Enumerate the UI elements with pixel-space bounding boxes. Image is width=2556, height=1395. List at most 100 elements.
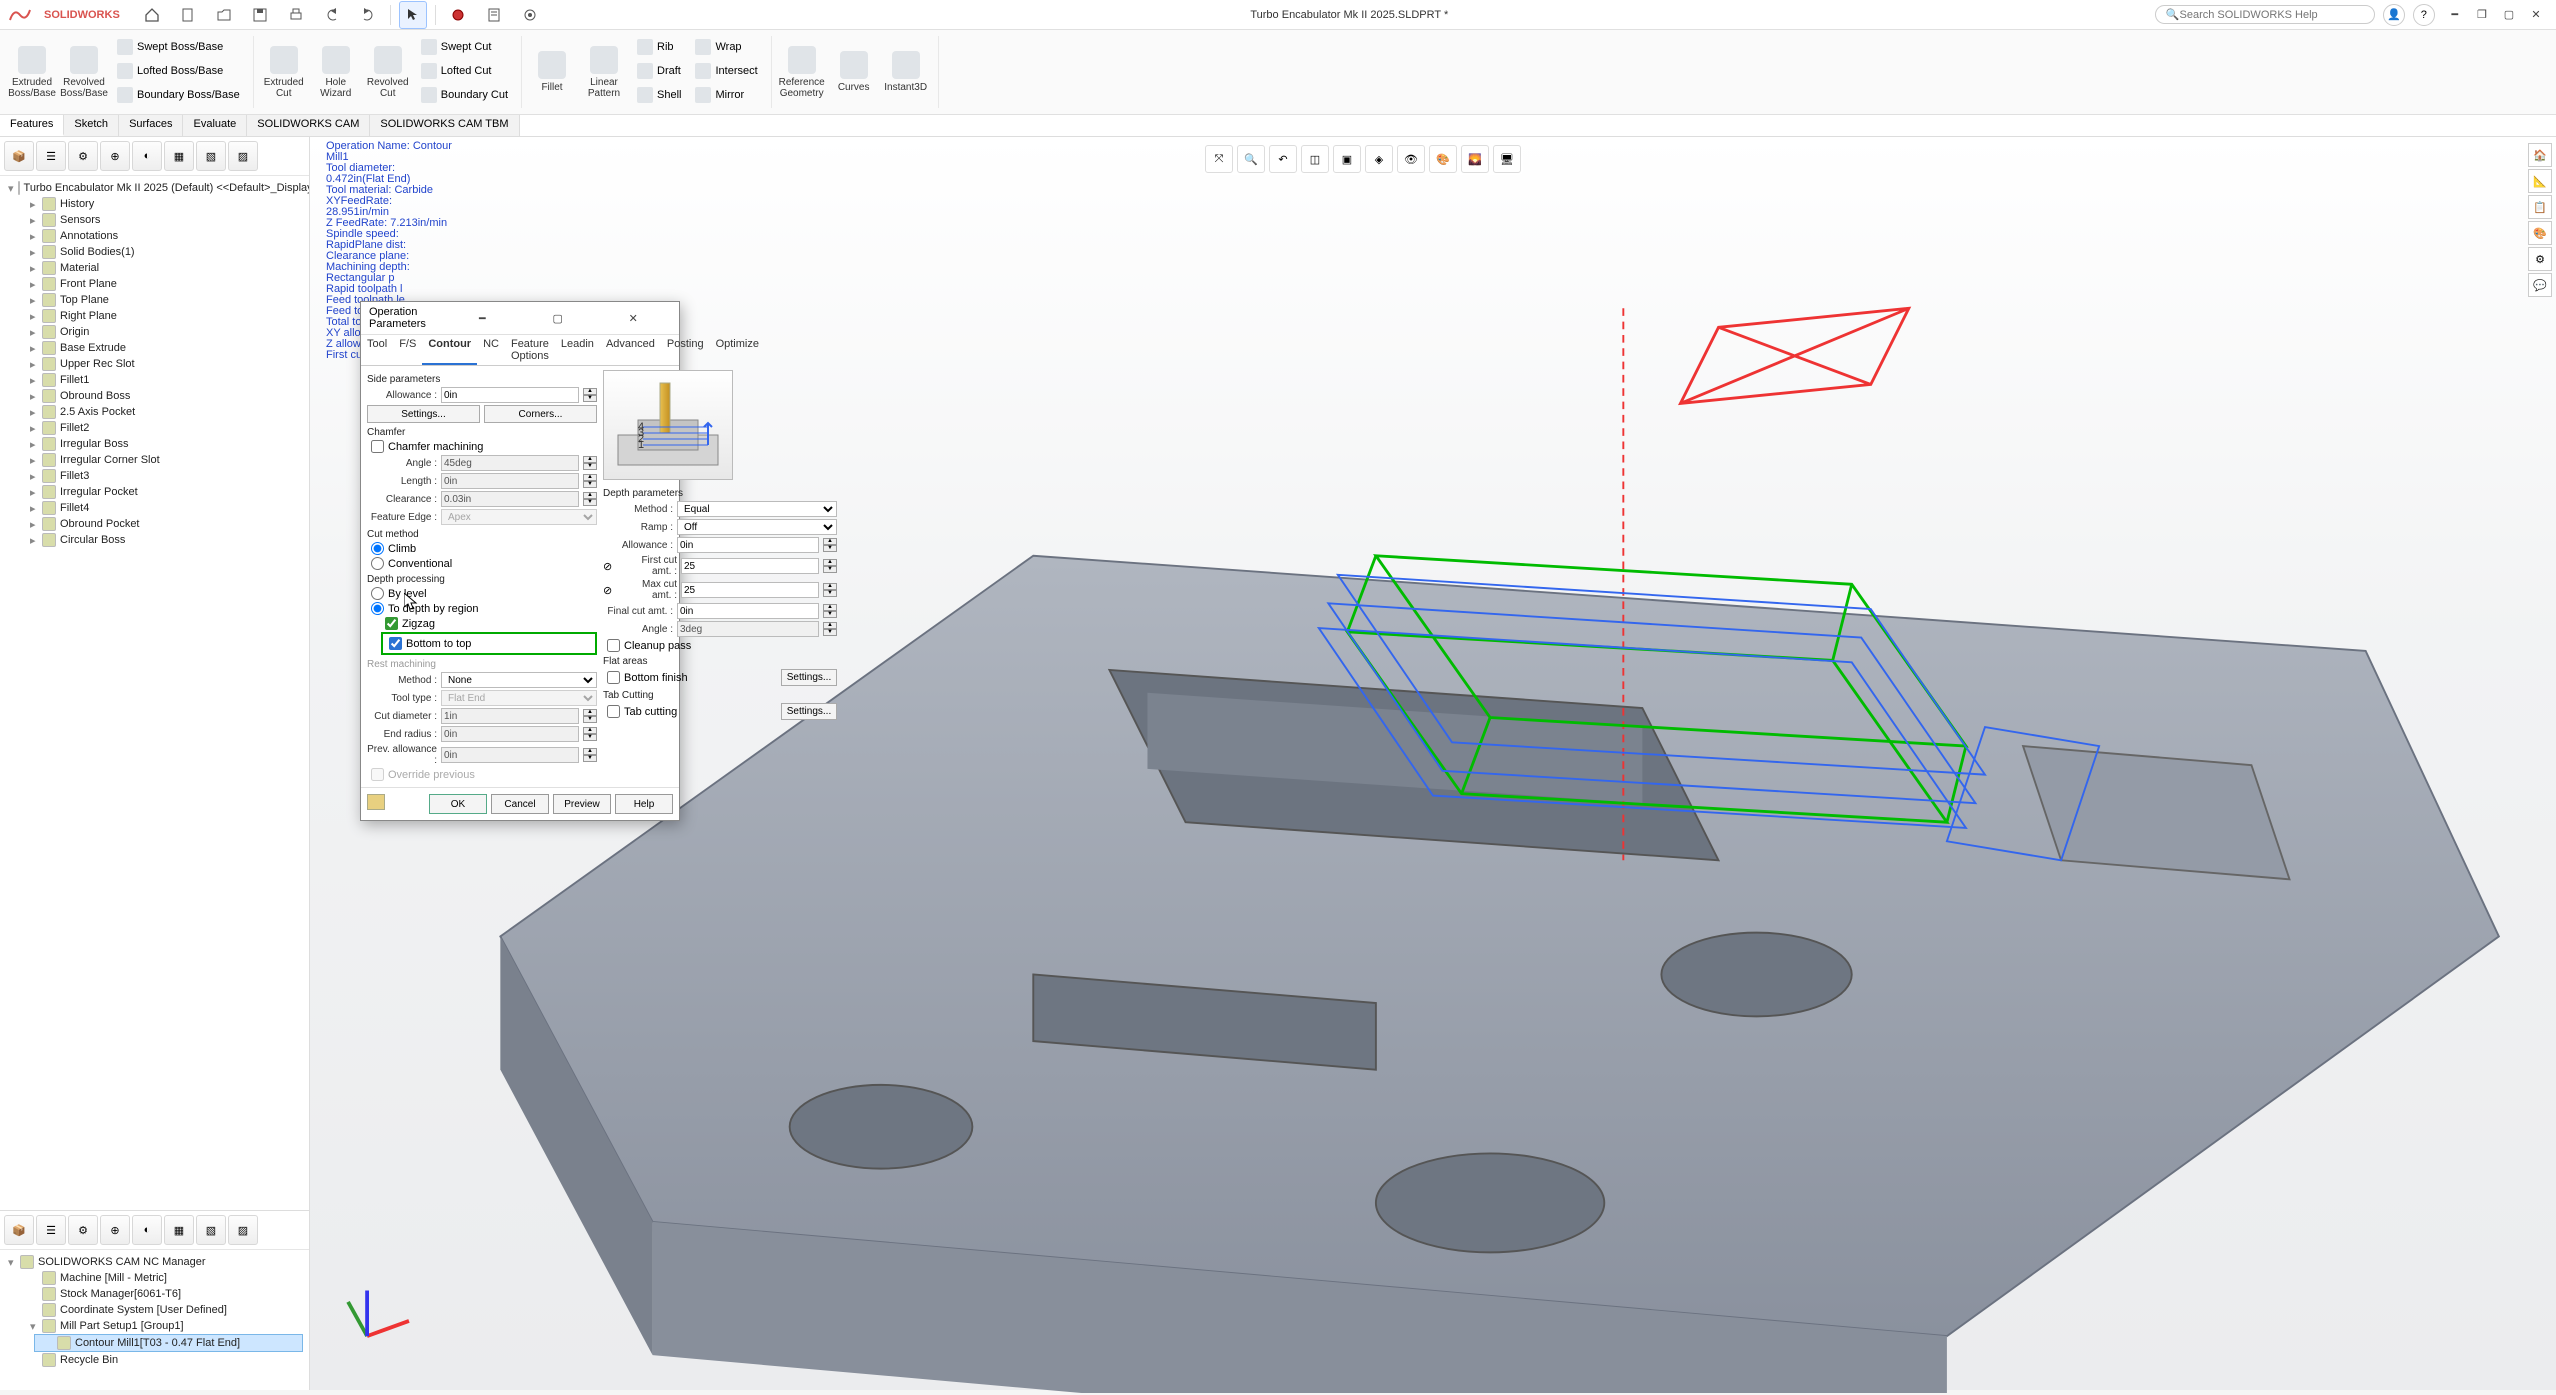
help-search[interactable]: 🔍	[2155, 5, 2375, 24]
tab-solidworks-cam-tbm[interactable]: SOLIDWORKS CAM TBM	[370, 115, 519, 136]
rest-end-rad-input[interactable]	[441, 726, 579, 742]
restore-button[interactable]: ❐	[2470, 3, 2494, 27]
swept-boss-button[interactable]: Swept Boss/Base	[112, 36, 245, 58]
instant3d-button[interactable]: Instant3D	[882, 36, 930, 108]
dtab-feature-options[interactable]: Feature Options	[505, 335, 555, 365]
by-level-radio[interactable]	[371, 587, 384, 600]
cam-item[interactable]: Coordinate System [User Defined]	[20, 1302, 303, 1318]
help-icon[interactable]: ?	[2413, 4, 2435, 26]
rebuild-button[interactable]	[444, 1, 472, 29]
bottom-to-top-check[interactable]	[389, 637, 402, 650]
max-cut-input[interactable]	[681, 582, 819, 598]
boundary-cut-button[interactable]: Boundary Cut	[416, 84, 513, 106]
tree-item[interactable]: ▸Front Plane	[20, 276, 303, 292]
save-button[interactable]	[246, 1, 274, 29]
tree-item[interactable]: ▸Fillet1	[20, 372, 303, 388]
tree-item[interactable]: ▸Right Plane	[20, 308, 303, 324]
tab-cutting-check[interactable]	[607, 705, 620, 718]
hole-wizard-button[interactable]: Hole Wizard	[312, 36, 360, 108]
feature-tree[interactable]: ▾Turbo Encabulator Mk II 2025 (Default) …	[0, 176, 309, 1210]
shell-button[interactable]: Shell	[632, 84, 686, 106]
tree-item[interactable]: ▸History	[20, 196, 303, 212]
cam-item[interactable]: Contour Mill1[T03 - 0.47 Flat End]	[34, 1334, 303, 1352]
rest-cut-dia-input[interactable]	[441, 708, 579, 724]
undo-button[interactable]	[318, 1, 346, 29]
select-button[interactable]	[399, 1, 427, 29]
tree-item[interactable]: ▸Fillet2	[20, 420, 303, 436]
print-button[interactable]	[282, 1, 310, 29]
intersect-button[interactable]: Intersect	[690, 60, 762, 82]
dialog-minimize-button[interactable]: ━	[445, 309, 521, 327]
cam-item[interactable]: Machine [Mill - Metric]	[20, 1270, 303, 1286]
first-cut-input[interactable]	[681, 558, 819, 574]
options-button[interactable]	[516, 1, 544, 29]
redo-button[interactable]	[354, 1, 382, 29]
tree-item[interactable]: ▸Sensors	[20, 212, 303, 228]
climb-radio[interactable]	[371, 542, 384, 555]
ok-button[interactable]: OK	[429, 794, 487, 814]
file-properties-button[interactable]	[480, 1, 508, 29]
extruded-boss-button[interactable]: Extruded Boss/Base	[8, 36, 56, 108]
tree-item[interactable]: ▸Irregular Pocket	[20, 484, 303, 500]
search-input[interactable]	[2180, 9, 2364, 21]
tree-item[interactable]: ▸Annotations	[20, 228, 303, 244]
dialog-maximize-button[interactable]: ▢	[520, 309, 596, 327]
depth-allowance-input[interactable]	[677, 537, 819, 553]
chamfer-angle-spinner[interactable]: ▲▼	[583, 456, 597, 470]
depth-method-select[interactable]: Equal	[677, 501, 837, 517]
reference-geometry-button[interactable]: Reference Geometry	[778, 36, 826, 108]
boundary-boss-button[interactable]: Boundary Boss/Base	[112, 84, 245, 106]
chamfer-clearance-spinner[interactable]: ▲▼	[583, 492, 597, 506]
dtab-posting[interactable]: Posting	[661, 335, 710, 365]
tree-item[interactable]: ▸2.5 Axis Pocket	[20, 404, 303, 420]
depth-angle-input[interactable]	[677, 621, 819, 637]
fm-tab-cam3[interactable]: ▨	[228, 141, 258, 171]
dtab-advanced[interactable]: Advanced	[600, 335, 661, 365]
maximize-button[interactable]: ▢	[2497, 3, 2521, 27]
allowance-spinner[interactable]: ▲▼	[583, 388, 597, 402]
open-button[interactable]	[210, 1, 238, 29]
cam-root[interactable]: ▾SOLIDWORKS CAM NC Manager	[6, 1254, 303, 1270]
dtab-leadin[interactable]: Leadin	[555, 335, 600, 365]
fm-tab-property[interactable]: ☰	[36, 141, 66, 171]
linear-pattern-button[interactable]: Linear Pattern	[580, 36, 628, 108]
tree-item[interactable]: ▸Top Plane	[20, 292, 303, 308]
cam-tb-8[interactable]: ▨	[228, 1215, 258, 1245]
tree-item[interactable]: ▸Solid Bodies(1)	[20, 244, 303, 260]
allowance-input[interactable]	[441, 387, 579, 403]
cam-tb-1[interactable]: 📦	[4, 1215, 34, 1245]
cam-tb-4[interactable]: ⊕	[100, 1215, 130, 1245]
fm-tab-config[interactable]: ⚙	[68, 141, 98, 171]
cam-tb-7[interactable]: ▧	[196, 1215, 226, 1245]
tree-item[interactable]: ▸Obround Boss	[20, 388, 303, 404]
preview-button[interactable]: Preview	[553, 794, 611, 814]
dialog-close-button[interactable]: ✕	[596, 309, 672, 327]
link-icon[interactable]: ⊘	[603, 560, 617, 573]
tab-solidworks-cam[interactable]: SOLIDWORKS CAM	[247, 115, 370, 136]
revolved-cut-button[interactable]: Revolved Cut	[364, 36, 412, 108]
fillet-button[interactable]: Fillet	[528, 36, 576, 108]
tree-root[interactable]: ▾Turbo Encabulator Mk II 2025 (Default) …	[6, 180, 303, 196]
fm-tab-cam2[interactable]: ▧	[196, 141, 226, 171]
link-icon-2[interactable]: ⊘	[603, 584, 617, 597]
zigzag-check[interactable]	[385, 617, 398, 630]
tree-item[interactable]: ▸Base Extrude	[20, 340, 303, 356]
new-button[interactable]	[174, 1, 202, 29]
cam-item[interactable]: Recycle Bin	[20, 1352, 303, 1368]
tree-item[interactable]: ▸Irregular Boss	[20, 436, 303, 452]
fm-tab-cam1[interactable]: ▦	[164, 141, 194, 171]
chamfer-length-spinner[interactable]: ▲▼	[583, 474, 597, 488]
feature-edge-select[interactable]: Apex	[441, 509, 597, 525]
tree-item[interactable]: ▸Fillet3	[20, 468, 303, 484]
cam-item[interactable]: Stock Manager[6061-T6]	[20, 1286, 303, 1302]
lofted-cut-button[interactable]: Lofted Cut	[416, 60, 513, 82]
cam-item[interactable]: ▾Mill Part Setup1 [Group1]	[20, 1318, 303, 1334]
swept-cut-button[interactable]: Swept Cut	[416, 36, 513, 58]
cam-tb-3[interactable]: ⚙	[68, 1215, 98, 1245]
chamfer-machining-check[interactable]	[371, 440, 384, 453]
cam-tb-2[interactable]: ☰	[36, 1215, 66, 1245]
close-button[interactable]: ✕	[2524, 3, 2548, 27]
lofted-boss-button[interactable]: Lofted Boss/Base	[112, 60, 245, 82]
ramp-select[interactable]: Off	[677, 519, 837, 535]
dtab-tool[interactable]: Tool	[361, 335, 393, 365]
